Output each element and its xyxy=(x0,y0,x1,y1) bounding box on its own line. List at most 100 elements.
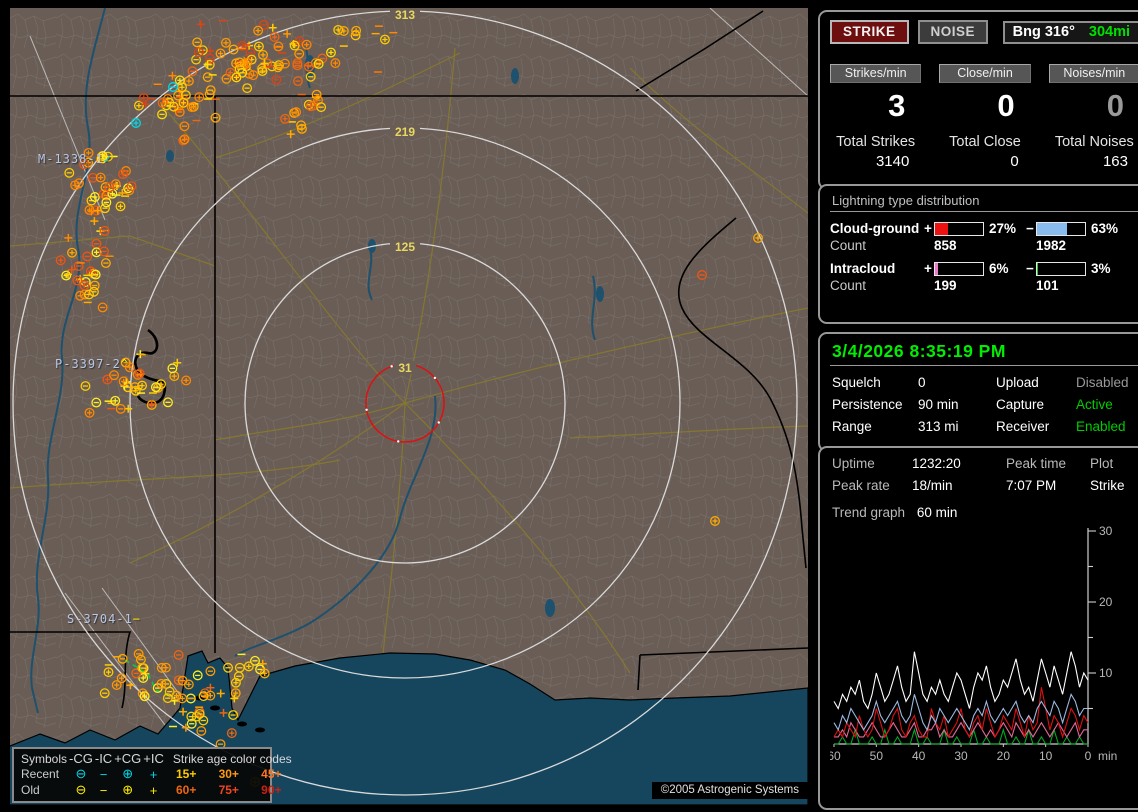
minus-icon: − xyxy=(99,782,108,798)
distribution-title: Lightning type distribution xyxy=(832,193,980,208)
svg-text:313: 313 xyxy=(395,8,415,22)
ic-positive-bar xyxy=(934,261,984,276)
age-code-45: 45+ xyxy=(261,767,282,781)
peak-time-label: Peak time xyxy=(1006,456,1067,471)
svg-text:30: 30 xyxy=(954,749,968,763)
svg-text:125: 125 xyxy=(395,240,415,254)
intracloud-label: Intracloud xyxy=(830,261,896,276)
noises-per-min-chip[interactable]: Noises/min xyxy=(1048,64,1138,83)
total-close-value: 0 xyxy=(1010,153,1019,170)
receiver-label: Receiver xyxy=(996,419,1050,434)
circle-plus-icon: ⊕ xyxy=(122,782,134,797)
svg-text:50: 50 xyxy=(870,749,884,763)
peak-time-value: 7:07 PM xyxy=(1006,478,1057,493)
svg-text:219: 219 xyxy=(395,125,415,139)
minus-sign: − xyxy=(1026,261,1034,276)
legend-row-old: Old xyxy=(21,783,40,797)
svg-text:0: 0 xyxy=(1085,749,1092,763)
uptime-label: Uptime xyxy=(832,456,875,471)
svg-text:60: 60 xyxy=(830,749,841,763)
svg-text:10: 10 xyxy=(1099,666,1113,680)
trend-window-value: 60 min xyxy=(916,505,958,520)
svg-text:40: 40 xyxy=(912,749,926,763)
age-code-15: 15+ xyxy=(176,767,197,781)
bearing-label: Bng 316° xyxy=(1012,23,1075,40)
legend-col-ncg: -CG xyxy=(69,751,93,766)
cg-negative-pct: 63% xyxy=(1091,221,1119,236)
range-label: Range xyxy=(832,419,872,434)
legend-col-nic: -IC xyxy=(94,751,113,766)
storm-cell-label: P-3397-2^ xyxy=(55,357,130,371)
svg-text:20: 20 xyxy=(997,749,1011,763)
ic-positive-pct: 6% xyxy=(989,261,1009,276)
circle-plus-icon: ⊕ xyxy=(122,766,134,781)
legend-col-pic: +IC xyxy=(143,751,164,766)
trend-box: Uptime 1232:20 Peak time Plot Peak rate … xyxy=(818,446,1138,810)
total-noises-value: 163 xyxy=(1102,153,1128,170)
receiver-status: Enabled xyxy=(1076,419,1126,434)
capture-label: Capture xyxy=(996,397,1045,412)
minus-sign: − xyxy=(1026,221,1034,236)
copyright-notice: ©2005 Astrogenic Systems xyxy=(651,782,808,799)
storm-marker-icon: ✓ xyxy=(103,152,113,166)
ic-positive-count: 199 xyxy=(934,278,957,293)
cg-negative-bar xyxy=(1036,221,1086,236)
age-code-90: 90+ xyxy=(261,783,282,797)
status-box: 3/4/2026 8:35:19 PM Squelch 0 Upload Dis… xyxy=(818,332,1138,452)
peak-rate-label: Peak rate xyxy=(832,478,890,493)
capture-status: Active xyxy=(1076,397,1113,412)
cg-negative-count: 1982 xyxy=(1036,238,1067,253)
strike-mode-button[interactable]: STRIKE xyxy=(830,20,909,44)
total-close-label: Total Close xyxy=(949,134,1021,150)
uptime-value: 1232:20 xyxy=(912,456,961,471)
close-per-min-chip[interactable]: Close/min xyxy=(939,64,1031,83)
plus-sign: + xyxy=(924,261,932,276)
trend-graph[interactable]: 10 20 30 60 50 40 30 20 10 0 min xyxy=(827,522,1120,780)
legend-symbols-header: Symbols xyxy=(21,751,68,766)
cg-positive-pct: 27% xyxy=(989,221,1017,236)
plot-label: Plot xyxy=(1090,456,1114,471)
lightning-map[interactable]: 313 219 125 31 M-1338-1✓ P-3397-2^ S-3704-1… xyxy=(10,8,808,805)
ic-negative-pct: 3% xyxy=(1091,261,1111,276)
bearing-distance: 304mi xyxy=(1088,23,1130,40)
counters-box: STRIKE NOISE Bng 316° 304mi Strikes/min 3… xyxy=(818,10,1138,190)
storm-cell-label: S-3704-1− xyxy=(67,612,142,626)
cg-positive-bar xyxy=(934,221,984,236)
app-window: 313 219 125 31 M-1338-1✓ P-3397-2^ S-3704-1… xyxy=(0,0,1138,812)
svg-text:30: 30 xyxy=(1099,524,1113,538)
total-strikes-value: 3140 xyxy=(875,153,910,170)
squelch-value: 0 xyxy=(918,375,926,390)
age-code-75: 75+ xyxy=(218,783,239,797)
datetime-readout: 3/4/2026 8:35:19 PM xyxy=(832,341,1006,361)
total-strikes-label: Total Strikes xyxy=(836,134,916,150)
strikes-rate: 3 xyxy=(888,88,906,123)
close-rate: 0 xyxy=(997,88,1015,123)
upload-label: Upload xyxy=(996,375,1039,390)
minus-icon: − xyxy=(99,766,108,782)
ic-negative-bar xyxy=(1036,261,1086,276)
plus-sign: + xyxy=(924,221,932,236)
upload-status: Disabled xyxy=(1076,375,1129,390)
strikes-per-min-chip[interactable]: Strikes/min xyxy=(830,64,922,83)
squelch-label: Squelch xyxy=(832,375,881,390)
map-legend: Symbols -CG -IC +CG +IC Strike age color… xyxy=(12,747,292,803)
legend-col-pcg: +CG xyxy=(114,751,142,766)
persistence-value: 90 min xyxy=(918,397,959,412)
noise-mode-button[interactable]: NOISE xyxy=(917,20,989,44)
noises-rate: 0 xyxy=(1106,88,1124,123)
trend-graph-label: Trend graph xyxy=(832,505,906,520)
storm-marker-icon: − xyxy=(132,612,142,626)
svg-text:31: 31 xyxy=(398,361,412,375)
close-column: Close/min 0 Total Close 0 xyxy=(939,64,1031,170)
storm-cell-label: M-1338-1✓ xyxy=(38,152,113,166)
circle-minus-icon: ⊖ xyxy=(75,766,87,781)
persistence-label: Persistence xyxy=(832,397,903,412)
age-code-30: 30+ xyxy=(218,767,239,781)
count-label: Count xyxy=(830,278,867,293)
circle-minus-icon: ⊖ xyxy=(75,782,87,797)
strikes-column: Strikes/min 3 Total Strikes 3140 xyxy=(830,64,922,170)
plus-icon: + xyxy=(149,766,158,782)
plot-mode-value: Strike xyxy=(1090,478,1125,493)
plus-icon: + xyxy=(149,782,158,798)
svg-text:min: min xyxy=(1098,749,1117,763)
